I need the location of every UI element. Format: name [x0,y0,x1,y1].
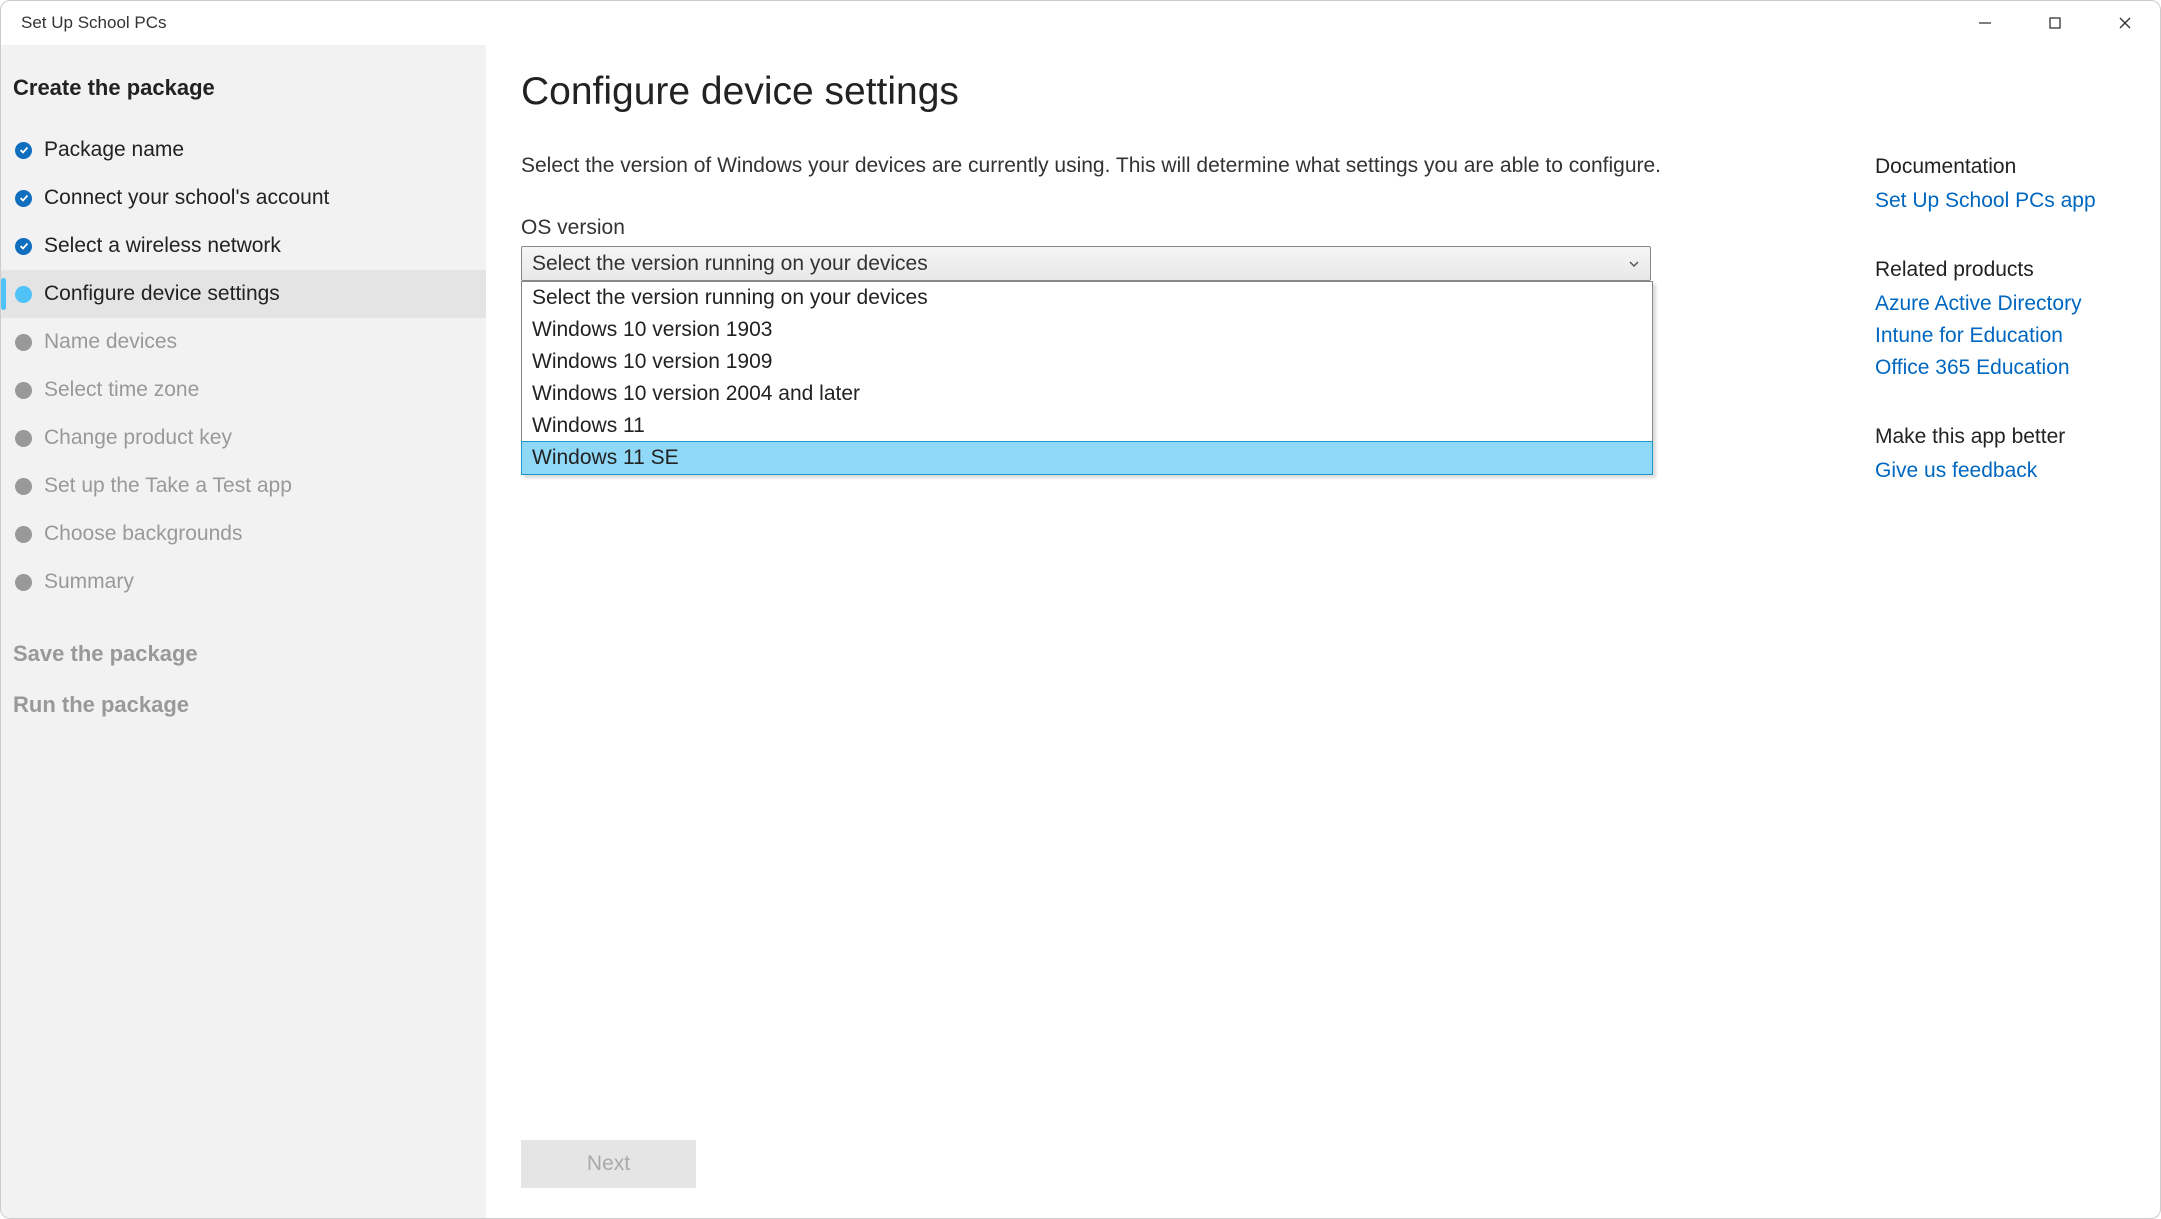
sidebar-item-label: Choose backgrounds [44,522,242,546]
os-version-select[interactable]: Select the version running on your devic… [521,246,1651,281]
maximize-button[interactable] [2020,1,2090,45]
close-button[interactable] [2090,1,2160,45]
sidebar-item-summary[interactable]: Summary [1,558,486,606]
future-step-icon [15,574,32,591]
sidebar-item-wireless[interactable]: Select a wireless network [1,222,486,270]
page-title: Configure device settings [521,70,1875,114]
related-link-aad[interactable]: Azure Active Directory [1875,292,2125,316]
check-icon [15,142,32,159]
os-version-dropdown: Select the version running on your devic… [521,281,1653,475]
check-icon [15,190,32,207]
sidebar-item-connect-account[interactable]: Connect your school's account [1,174,486,222]
main-center: Configure device settings Select the ver… [521,70,1875,1188]
sidebar-item-label: Select time zone [44,378,199,402]
os-version-label: OS version [521,216,1875,240]
sidebar-item-label: Connect your school's account [44,186,329,210]
sidebar-section-run: Run the package [1,692,486,743]
future-step-icon [15,430,32,447]
sidebar-item-label: Summary [44,570,134,594]
sidebar-item-label: Set up the Take a Test app [44,474,292,498]
check-icon [15,238,32,255]
documentation-heading: Documentation [1875,155,2125,179]
dropdown-option[interactable]: Select the version running on your devic… [522,282,1652,314]
page-description: Select the version of Windows your devic… [521,154,1875,178]
sidebar-item-label: Select a wireless network [44,234,281,258]
sidebar-item-label: Package name [44,138,184,162]
dropdown-option[interactable]: Windows 10 version 1903 [522,314,1652,346]
sidebar-item-configure-device[interactable]: Configure device settings [1,270,486,318]
sidebar-item-name-devices[interactable]: Name devices [1,318,486,366]
dropdown-option[interactable]: Windows 10 version 1909 [522,346,1652,378]
sidebar: Create the package Package name Connect … [1,45,486,1218]
current-step-icon [15,286,32,303]
dropdown-option[interactable]: Windows 11 [522,410,1652,442]
chevron-down-icon [1628,252,1640,276]
minimize-button[interactable] [1950,1,2020,45]
related-link-o365[interactable]: Office 365 Education [1875,356,2125,380]
sidebar-section-save: Save the package [1,641,486,692]
sidebar-section-create: Create the package [1,75,486,126]
sidebar-item-timezone[interactable]: Select time zone [1,366,486,414]
feedback-link[interactable]: Give us feedback [1875,459,2125,483]
doc-link-setup-school-pcs[interactable]: Set Up School PCs app [1875,189,2125,213]
sidebar-item-product-key[interactable]: Change product key [1,414,486,462]
titlebar: Set Up School PCs [1,1,2160,45]
next-button[interactable]: Next [521,1140,696,1188]
app-window: Set Up School PCs Create the package Pac… [0,0,2161,1219]
sidebar-item-package-name[interactable]: Package name [1,126,486,174]
sidebar-item-backgrounds[interactable]: Choose backgrounds [1,510,486,558]
content: Create the package Package name Connect … [1,45,2160,1218]
future-step-icon [15,334,32,351]
future-step-icon [15,382,32,399]
sidebar-item-label: Change product key [44,426,232,450]
main-area: Configure device settings Select the ver… [486,45,2160,1218]
future-step-icon [15,526,32,543]
right-panel: Documentation Set Up School PCs app Rela… [1875,70,2125,1188]
dropdown-option[interactable]: Windows 10 version 2004 and later [522,378,1652,410]
sidebar-item-take-test[interactable]: Set up the Take a Test app [1,462,486,510]
make-better-heading: Make this app better [1875,425,2125,449]
related-products-heading: Related products [1875,258,2125,282]
dropdown-option-selected[interactable]: Windows 11 SE [521,441,1653,475]
future-step-icon [15,478,32,495]
related-link-intune[interactable]: Intune for Education [1875,324,2125,348]
window-title: Set Up School PCs [21,13,167,33]
window-controls [1950,1,2160,45]
select-value: Select the version running on your devic… [532,252,928,276]
sidebar-item-label: Name devices [44,330,177,354]
sidebar-item-label: Configure device settings [44,282,280,306]
